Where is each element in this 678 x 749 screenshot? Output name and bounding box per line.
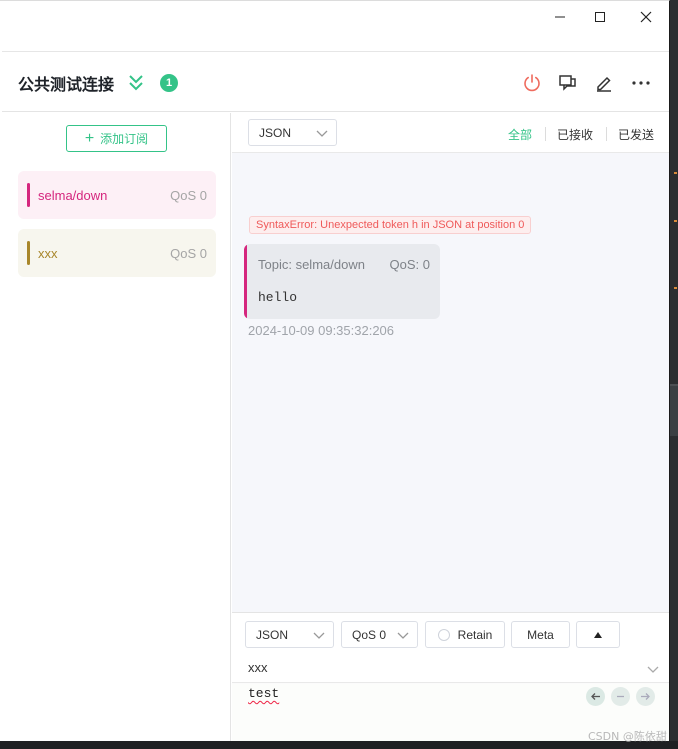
arrow-left-icon [591, 693, 600, 700]
minimize-button[interactable] [545, 5, 575, 29]
add-subscription-label: 添加订阅 [100, 132, 149, 146]
messages-panel: JSON 全部 已接收 已发送 SyntaxError: Unexpected … [232, 113, 669, 741]
expand-publish-button[interactable] [576, 621, 620, 648]
edit-button[interactable] [593, 72, 615, 94]
message-card[interactable]: Topic: selma/down QoS: 0 hello [244, 244, 440, 319]
subscription-qos: QoS 0 [170, 245, 207, 261]
more-button[interactable] [630, 72, 652, 94]
subscription-topic: selma/down [38, 187, 108, 203]
filter-divider [545, 127, 546, 141]
chevron-down-icon [313, 632, 325, 639]
retain-label: Retain [457, 627, 493, 642]
background-window-bottom [0, 741, 678, 749]
publish-qos-select[interactable]: QoS 0 [341, 621, 418, 648]
minus-icon [617, 695, 624, 698]
close-button[interactable] [631, 5, 661, 29]
messages-toolbar: JSON 全部 已接收 已发送 [232, 113, 669, 153]
disconnect-button[interactable] [521, 72, 543, 94]
close-icon [640, 11, 652, 23]
history-next-button[interactable] [636, 687, 655, 706]
connection-header: 公共测试连接 1 [2, 52, 669, 112]
publish-topic-row: xxx [232, 653, 669, 683]
chevron-down-icon [316, 130, 328, 137]
edit-icon [597, 76, 611, 92]
more-dots-icon [632, 81, 650, 85]
connection-view: 公共测试连接 1 + 添加订阅 selma/down QoS 0 xxx QoS… [2, 51, 669, 741]
subscription-item[interactable]: xxx QoS 0 [18, 229, 216, 277]
minimize-icon [555, 16, 565, 18]
collapse-chevrons-icon[interactable] [128, 73, 144, 91]
publish-qos-value: QoS 0 [352, 627, 387, 642]
history-prev-button[interactable] [586, 687, 605, 706]
publish-topic-input[interactable]: xxx [248, 660, 268, 675]
subscription-color-bar [27, 241, 30, 265]
publish-format-select[interactable]: JSON [245, 621, 334, 648]
message-payload: hello [258, 290, 298, 305]
publish-toolbar: JSON QoS 0 Retain Meta [232, 613, 669, 653]
mqttx-window: 公共测试连接 1 + 添加订阅 selma/down QoS 0 xxx QoS… [0, 0, 670, 741]
chevron-down-icon[interactable] [646, 662, 660, 676]
subscription-qos: QoS 0 [170, 187, 207, 203]
background-window-right [670, 0, 678, 749]
title-bar [0, 1, 669, 33]
publish-format-value: JSON [256, 627, 289, 642]
connection-title: 公共测试连接 [18, 75, 115, 94]
filter-received-tab[interactable]: 已接收 [557, 126, 593, 143]
error-banner: SyntaxError: Unexpected token h in JSON … [249, 216, 532, 234]
subscription-color-bar [27, 183, 30, 207]
subscription-topic: xxx [38, 245, 58, 261]
chevron-down-icon [397, 632, 409, 639]
add-subscription-button[interactable]: + 添加订阅 [66, 125, 167, 152]
chat-windows-icon [559, 75, 576, 91]
history-clear-button[interactable] [611, 687, 630, 706]
connection-count-badge: 1 [160, 74, 178, 92]
caret-up-icon [594, 631, 602, 638]
watermark: CSDN @陈依甜 [588, 730, 667, 743]
payload-format-select[interactable]: JSON [248, 119, 337, 146]
filter-divider [606, 127, 607, 141]
power-icon [524, 74, 540, 92]
meta-label: Meta [527, 627, 554, 642]
payload-format-value: JSON [259, 125, 292, 140]
subscription-item[interactable]: selma/down QoS 0 [18, 171, 216, 219]
maximize-button[interactable] [585, 5, 615, 29]
message-color-bar [244, 244, 247, 319]
subscriptions-sidebar: + 添加订阅 selma/down QoS 0 xxx QoS 0 [2, 113, 231, 741]
filter-all-tab[interactable]: 全部 [508, 126, 532, 143]
publish-panel: JSON QoS 0 Retain Meta xxx test [232, 612, 669, 741]
new-window-button[interactable] [557, 72, 579, 94]
plus-icon: + [84, 129, 95, 147]
retain-radio-icon [437, 628, 450, 641]
filter-sent-tab[interactable]: 已发送 [618, 126, 654, 143]
arrow-right-icon [641, 693, 650, 700]
message-qos: QoS: 0 [389, 257, 430, 272]
meta-button[interactable]: Meta [511, 621, 570, 648]
message-topic: Topic: selma/down [258, 257, 365, 272]
retain-toggle[interactable]: Retain [425, 621, 505, 648]
publish-payload-text: test [248, 686, 280, 701]
maximize-icon [595, 12, 605, 22]
message-timestamp: 2024-10-09 09:35:32:206 [248, 323, 395, 338]
